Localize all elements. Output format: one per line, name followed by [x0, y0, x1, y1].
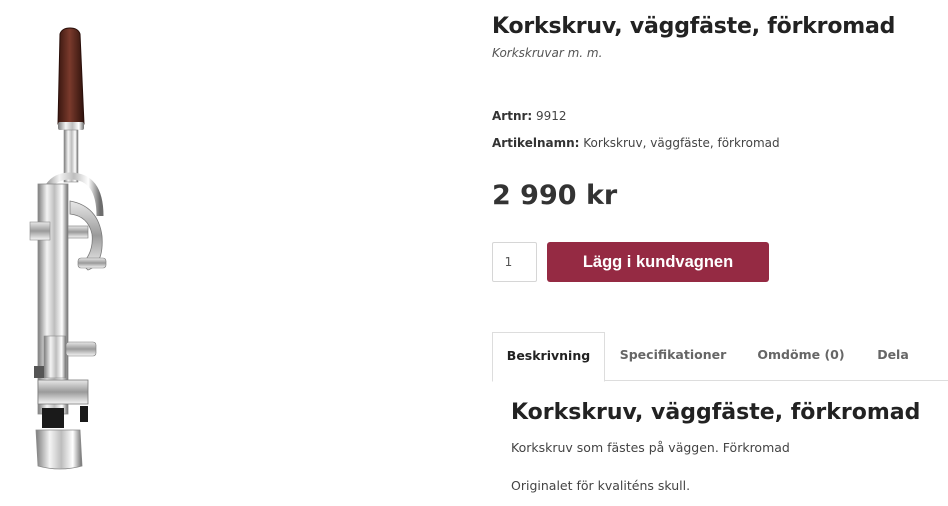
product-image[interactable]: [22, 26, 122, 476]
article-name-label: Artikelnamn:: [492, 136, 580, 150]
article-name-value: Korkskruv, väggfäste, förkromad: [583, 136, 780, 150]
add-to-cart-button[interactable]: Lägg i kundvagnen: [547, 242, 769, 282]
tab-omdome[interactable]: Omdöme (0): [751, 332, 851, 381]
artnr-label: Artnr:: [492, 109, 533, 123]
product-price: 2 990 kr: [492, 180, 618, 211]
product-category-link[interactable]: Korkskruvar m. m.: [492, 46, 602, 60]
quantity-input[interactable]: [492, 242, 537, 282]
tab-beskrivning[interactable]: Beskrivning: [492, 332, 605, 382]
artnr-row: Artnr: 9912: [492, 109, 567, 123]
artnr-value: 9912: [536, 109, 567, 123]
tab-specifikationer[interactable]: Specifikationer: [613, 332, 733, 381]
product-title: Korkskruv, väggfäste, förkromad: [492, 14, 896, 39]
description-paragraph: Originalet för kvalitén​s skull.: [511, 478, 691, 493]
article-name-row: Artikelnamn: Korkskruv, väggfäste, förkr…: [492, 136, 780, 150]
corkscrew-illustration: [29, 27, 107, 470]
product-tabs: Beskrivning Specifikationer Omdöme (0) D…: [492, 332, 948, 382]
tab-dela[interactable]: Dela: [870, 332, 916, 381]
description-paragraph: Korkskruv som fästes på väggen. Förkroma…: [511, 440, 790, 455]
description-heading: Korkskruv, väggfäste, förkromad: [511, 400, 921, 425]
